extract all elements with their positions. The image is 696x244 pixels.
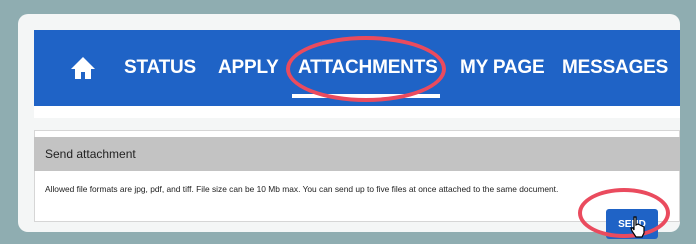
cursor-icon — [630, 216, 645, 238]
nav-item-status[interactable]: STATUS — [124, 56, 196, 80]
attachments-highlight-circle — [286, 36, 446, 102]
nav-item-apply[interactable]: APPLY — [218, 56, 279, 80]
nav-bottom-strip — [34, 106, 680, 118]
card-title: Send attachment — [45, 147, 136, 161]
send-highlight-circle — [578, 188, 670, 238]
card-instructions: Allowed file formats are jpg, pdf, and t… — [45, 184, 559, 194]
nav-item-messages[interactable]: MESSAGES — [562, 56, 668, 80]
home-icon[interactable] — [70, 56, 96, 80]
nav-item-my-page[interactable]: MY PAGE — [460, 56, 545, 80]
